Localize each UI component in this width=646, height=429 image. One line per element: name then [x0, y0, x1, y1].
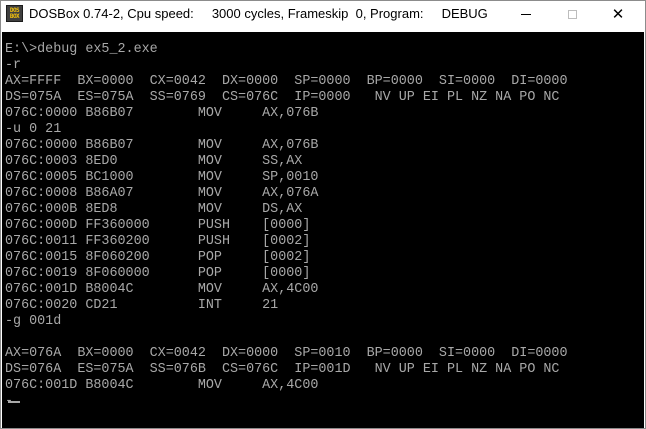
console-output: E:\>debug ex5_2.exe -r AX=FFFF BX=0000 C… [5, 42, 568, 394]
console-line: DS=076A ES=075A SS=076B CS=076C IP=001D … [5, 362, 560, 377]
console-line: -g 001d [5, 314, 62, 329]
dosbox-window: DOS BOX DOSBox 0.74-2, Cpu speed: 3000 c… [0, 0, 646, 429]
console-line: 076C:0003 8ED0 MOV SS,AX [5, 154, 303, 169]
console-line: AX=FFFF BX=0000 CX=0042 DX=0000 SP=0000 … [5, 74, 568, 89]
console-line: 076C:0011 FF360200 PUSH [0002] [5, 234, 311, 249]
close-button[interactable]: ✕ [595, 1, 641, 27]
console-line: 076C:0015 8F060200 POP [0002] [5, 250, 311, 265]
close-icon: ✕ [611, 4, 625, 23]
console-line: DS=075A ES=075A SS=0769 CS=076C IP=0000 … [5, 90, 560, 105]
console-line: 076C:000D FF360000 PUSH [0000] [5, 218, 311, 233]
console-line: 076C:0000 B86B07 MOV AX,076B [5, 138, 319, 153]
dos-console[interactable]: E:\>debug ex5_2.exe -r AX=FFFF BX=0000 C… [2, 32, 644, 428]
window-title: DOSBox 0.74-2, Cpu speed: 3000 cycles, F… [29, 6, 488, 21]
maximize-button[interactable] [549, 1, 595, 27]
console-line: 076C:000B 8ED8 MOV DS,AX [5, 202, 303, 217]
minimize-button[interactable] [503, 1, 549, 27]
console-line: E:\>debug ex5_2.exe [5, 42, 158, 57]
console-line: 076C:001D B8004C MOV AX,4C00 [5, 378, 319, 393]
dosbox-app-icon[interactable]: DOS BOX [6, 5, 23, 22]
command-prompt[interactable]: - [5, 394, 25, 410]
maximize-icon [567, 9, 577, 19]
console-line: -r [5, 58, 22, 73]
console-line: 076C:0008 B86A07 MOV AX,076A [5, 186, 319, 201]
title-bar[interactable]: DOS BOX DOSBox 0.74-2, Cpu speed: 3000 c… [1, 1, 645, 27]
console-line: 076C:0005 BC1000 MOV SP,0010 [5, 170, 319, 185]
text-cursor [8, 401, 20, 403]
console-line: 076C:0020 CD21 INT 21 [5, 298, 279, 313]
console-line: 076C:001D B8004C MOV AX,4C00 [5, 282, 319, 297]
app-icon-text-bottom: BOX [9, 12, 20, 20]
console-line: 076C:0000 B86B07 MOV AX,076B [5, 106, 319, 121]
minimize-icon [521, 13, 531, 15]
console-line: AX=076A BX=0000 CX=0042 DX=0000 SP=0010 … [5, 346, 568, 361]
console-line: -u 0 21 [5, 122, 62, 137]
console-line: 076C:0019 8F060000 POP [0000] [5, 266, 311, 281]
